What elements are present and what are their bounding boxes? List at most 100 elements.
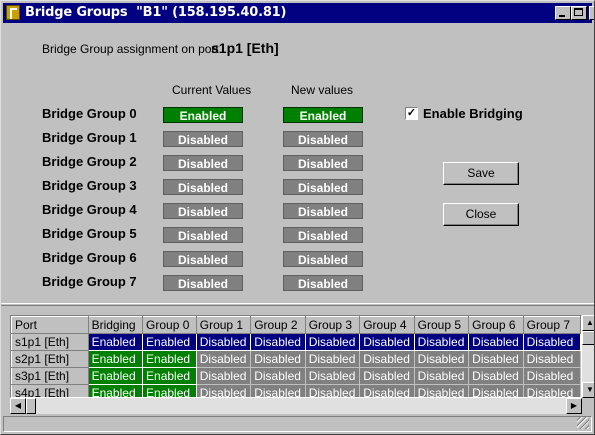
table-cell[interactable]: Disabled: [250, 367, 306, 385]
bridge-group-label: Bridge Group 2: [42, 154, 137, 169]
scroll-down-button[interactable]: ▼: [582, 382, 594, 398]
row-port-cell[interactable]: s3p1 [Eth]: [11, 367, 89, 385]
bridge-group-label: Bridge Group 6: [42, 250, 137, 265]
close-button[interactable]: Close: [443, 203, 519, 226]
table-cell[interactable]: Enabled: [88, 367, 144, 385]
new-value-group-3[interactable]: Disabled: [283, 179, 363, 195]
new-value-group-5[interactable]: Disabled: [283, 227, 363, 243]
column-header[interactable]: Group 7: [522, 316, 581, 334]
current-value-group-4: Disabled: [163, 203, 243, 219]
row-port-cell[interactable]: s4p1 [Eth]: [11, 384, 89, 397]
table-row[interactable]: s3p1 [Eth] Enabled Enabled Disabled Disabled…: [11, 367, 581, 385]
current-value-group-0: Enabled: [163, 107, 243, 123]
table-cell[interactable]: Disabled: [468, 333, 524, 351]
arrow-left-icon: ◀: [14, 401, 22, 410]
table-cell[interactable]: Disabled: [414, 333, 470, 351]
table-cell[interactable]: Enabled: [88, 333, 144, 351]
table-cell[interactable]: Enabled: [88, 350, 144, 368]
scroll-left-button[interactable]: ◀: [10, 398, 26, 414]
table-cell[interactable]: Disabled: [359, 350, 415, 368]
table-cell[interactable]: Disabled: [196, 333, 252, 351]
status-bar: [3, 416, 592, 432]
table-row[interactable]: s4p1 [Eth] Enabled Enabled Disabled Disabled…: [11, 384, 581, 397]
port-bridge-table[interactable]: Port Bridging Group 0 Group 1 Group 2 Group 3…: [10, 315, 582, 398]
table-row[interactable]: s1p1 [Eth] Enabled Enabled Disabled Disabled…: [11, 333, 581, 351]
bridge-group-label: Bridge Group 1: [42, 130, 137, 145]
close-window-button[interactable]: X: [589, 6, 594, 20]
check-icon: ✓: [406, 107, 417, 119]
table-cell[interactable]: Disabled: [468, 350, 524, 368]
minimize-button[interactable]: [555, 6, 571, 20]
enable-bridging-checkbox[interactable]: ✓: [405, 107, 418, 120]
column-header[interactable]: Group 6: [468, 316, 524, 334]
column-header[interactable]: Group 0: [142, 316, 197, 334]
table-cell[interactable]: Disabled: [414, 384, 470, 397]
panel-splitter[interactable]: [1, 303, 594, 306]
table-cell[interactable]: Disabled: [196, 367, 252, 385]
table-cell[interactable]: Disabled: [414, 367, 470, 385]
bridge-groups-window: Bridge Groups "B1" (158.195.40.81) X Bri…: [0, 0, 595, 435]
column-header[interactable]: Group 1: [195, 316, 252, 334]
new-value-group-6[interactable]: Disabled: [283, 251, 363, 267]
table-cell[interactable]: Disabled: [359, 333, 415, 351]
new-value-group-0[interactable]: Enabled: [283, 107, 363, 123]
new-value-group-4[interactable]: Disabled: [283, 203, 363, 219]
row-port-cell[interactable]: s1p1 [Eth]: [11, 333, 89, 351]
table-cell[interactable]: Disabled: [468, 384, 524, 397]
table-cell[interactable]: Disabled: [196, 350, 252, 368]
table-cell[interactable]: Disabled: [305, 367, 361, 385]
horizontal-scrollbar[interactable]: ◀ ▶: [10, 398, 582, 414]
table-cell[interactable]: Disabled: [250, 350, 306, 368]
table-cell[interactable]: Disabled: [523, 350, 581, 368]
maximize-button[interactable]: [571, 6, 587, 20]
new-value-group-7[interactable]: Disabled: [283, 275, 363, 291]
bridge-group-label: Bridge Group 5: [42, 226, 137, 241]
table-cell[interactable]: Disabled: [523, 384, 581, 397]
vertical-scroll-thumb[interactable]: [582, 331, 594, 345]
column-header[interactable]: Bridging: [87, 316, 144, 334]
column-header[interactable]: Group 3: [304, 316, 361, 334]
row-port-cell[interactable]: s2p1 [Eth]: [11, 350, 89, 368]
table-cell[interactable]: Disabled: [414, 350, 470, 368]
bridge-group-label: Bridge Group 7: [42, 274, 137, 289]
table-cell[interactable]: Disabled: [250, 333, 306, 351]
bridge-group-label: Bridge Group 0: [42, 106, 137, 121]
scroll-right-button[interactable]: ▶: [566, 398, 582, 414]
table-cell[interactable]: Disabled: [305, 333, 361, 351]
horizontal-scroll-thumb[interactable]: [26, 398, 36, 414]
new-value-group-1[interactable]: Disabled: [283, 131, 363, 147]
enable-bridging-label[interactable]: Enable Bridging: [423, 106, 523, 121]
column-header[interactable]: Group 4: [359, 316, 415, 334]
table-cell[interactable]: Disabled: [305, 350, 361, 368]
table-cell[interactable]: Enabled: [142, 384, 197, 397]
app-icon: [6, 5, 20, 20]
vertical-scrollbar[interactable]: ▲ ▼: [582, 315, 594, 398]
current-value-group-7: Disabled: [163, 275, 243, 291]
title-bar[interactable]: Bridge Groups "B1" (158.195.40.81) X: [3, 3, 594, 23]
current-value-group-5: Disabled: [163, 227, 243, 243]
bridge-group-label: Bridge Group 4: [42, 202, 137, 217]
column-header[interactable]: Port: [11, 316, 89, 334]
table-cell[interactable]: Disabled: [305, 384, 361, 397]
current-value-group-1: Disabled: [163, 131, 243, 147]
arrow-up-icon: ▲: [586, 318, 594, 327]
save-button[interactable]: Save: [443, 162, 519, 185]
scroll-up-button[interactable]: ▲: [582, 315, 594, 331]
column-header[interactable]: Group 5: [413, 316, 470, 334]
maximize-icon: [574, 8, 583, 16]
table-cell[interactable]: Enabled: [142, 333, 197, 351]
table-cell[interactable]: Enabled: [142, 350, 197, 368]
table-row[interactable]: s2p1 [Eth] Enabled Enabled Disabled Disabled…: [11, 350, 581, 368]
table-cell[interactable]: Disabled: [523, 367, 581, 385]
table-cell[interactable]: Disabled: [359, 384, 415, 397]
table-cell[interactable]: Disabled: [196, 384, 252, 397]
new-value-group-2[interactable]: Disabled: [283, 155, 363, 171]
table-cell[interactable]: Disabled: [359, 367, 415, 385]
table-cell[interactable]: Disabled: [468, 367, 524, 385]
table-cell[interactable]: Disabled: [523, 333, 581, 351]
table-cell[interactable]: Enabled: [88, 384, 144, 397]
column-header[interactable]: Group 2: [250, 316, 306, 334]
table-cell[interactable]: Enabled: [142, 367, 197, 385]
resize-grip-icon[interactable]: [577, 417, 589, 429]
table-cell[interactable]: Disabled: [250, 384, 306, 397]
